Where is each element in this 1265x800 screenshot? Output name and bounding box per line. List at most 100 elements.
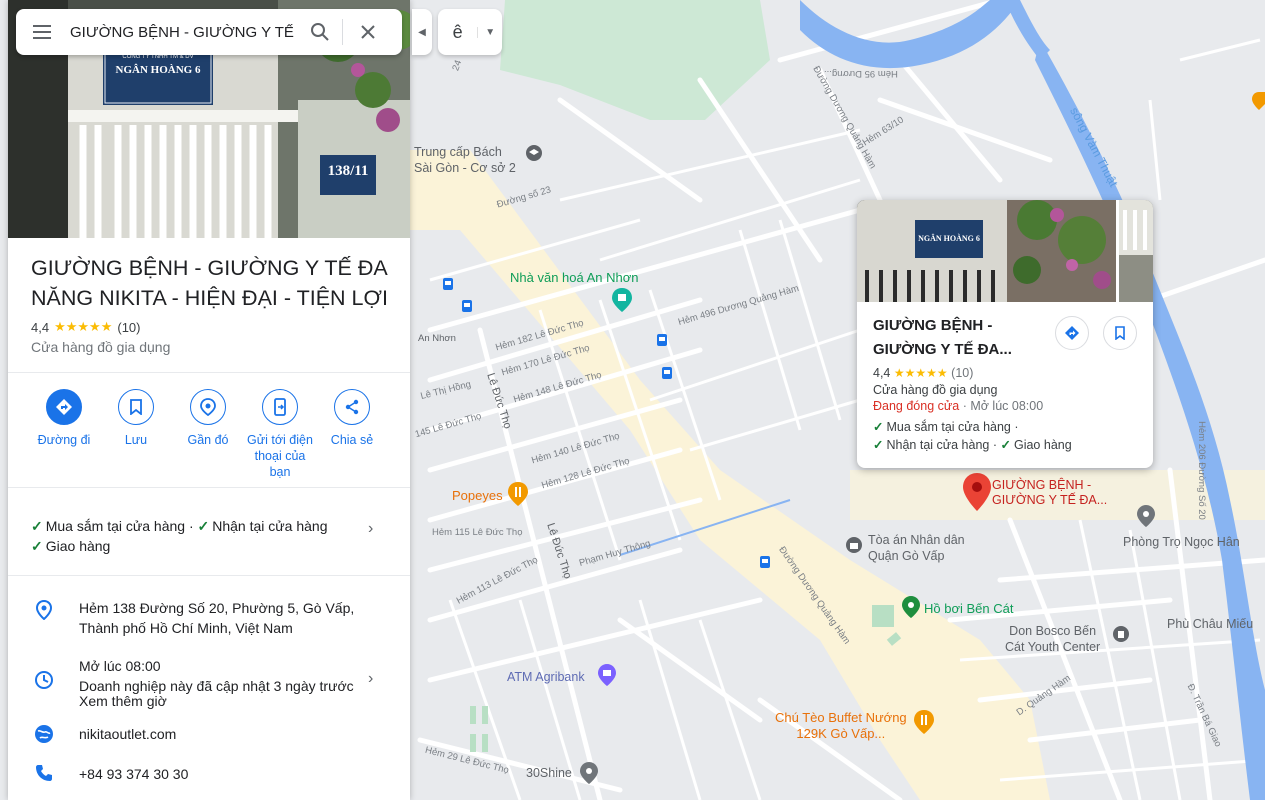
divider [8, 487, 410, 488]
bookmark-icon [130, 399, 142, 415]
close-icon [361, 25, 375, 39]
church-pin-icon[interactable] [1113, 626, 1129, 642]
card-title[interactable]: GIƯỜNG BỆNH - GIƯỜNG Y TẾ ĐA... [873, 314, 1043, 362]
clock-icon [35, 671, 53, 689]
bookmark-icon [1115, 326, 1125, 340]
clear-search-button[interactable] [343, 9, 393, 55]
chevron-down-icon[interactable]: ▼ [477, 26, 502, 38]
place-title: GIƯỜNG BỆNH - GIƯỜNG Y TẾ ĐA NĂNG NIKITA… [31, 256, 388, 310]
search-icon [311, 23, 329, 41]
directions-icon [56, 399, 72, 415]
map-label-school[interactable]: Trung cấp Bách Sài Gòn - Cơ sở 2 [414, 144, 516, 176]
service-options[interactable]: ✓ Mua sắm tại cửa hàng · ✓ Nhận tại cửa hà… [31, 516, 361, 556]
map-label-court[interactable]: Tòa án Nhân dân Quận Gò Vấp [868, 532, 965, 564]
card-status-closed: Đang đóng cửa [873, 399, 960, 413]
room-pin-icon[interactable] [1137, 505, 1155, 527]
place-rating[interactable]: 4,4 ★★★★★ (10) [31, 319, 140, 335]
phone-icon [36, 765, 52, 781]
restaurant-pin-icon[interactable] [508, 482, 528, 506]
poi-pin-icon[interactable] [1252, 92, 1265, 110]
menu-button[interactable] [16, 9, 70, 55]
hours-more-link[interactable]: Xem thêm giờ [79, 691, 167, 711]
map-label-atm[interactable]: ATM Agribank [507, 670, 585, 684]
card-feature-delivery: Giao hàng [1013, 438, 1072, 452]
location-pin-icon [35, 599, 53, 621]
chevron-left-icon: ◀ [418, 26, 426, 38]
selected-place-marker-icon[interactable] [963, 473, 991, 511]
card-sign-name: NGÂN HOÀNG 6 [918, 234, 980, 243]
card-photo[interactable]: NGÂN HOÀNG 6 [857, 200, 1116, 302]
check-icon: ✓ [31, 518, 43, 534]
place-panel: CÔNG TY TNHH TM & DV NGÂN HOÀNG 6 138/11… [8, 0, 410, 800]
map-label-donbosco[interactable]: Don Bosco Bến Cát Youth Center [1005, 623, 1100, 655]
send-to-phone-icon [274, 398, 286, 416]
save-button[interactable]: Lưu [100, 389, 172, 448]
atm-pin-icon[interactable] [598, 664, 616, 686]
map-label-culture-house[interactable]: Nhà văn hoá An Nhơn [510, 270, 639, 285]
search-input[interactable] [70, 23, 298, 41]
place-address: Hẻm 138 Đường Số 20, Phường 5, Gò Vấp, T… [79, 600, 355, 636]
map-label-popeyes[interactable]: Popeyes [452, 488, 503, 503]
card-rating: 4,4 ★★★★★ (10) [873, 366, 973, 380]
shine-pin-icon[interactable] [580, 762, 598, 784]
culture-house-pin-icon[interactable] [612, 288, 632, 312]
place-phone[interactable]: +84 93 374 30 30 [79, 764, 188, 784]
street-an-nhon: An Nhơn [418, 333, 456, 344]
feature-pickup: Nhận tại cửa hàng [212, 518, 328, 534]
card-rating-stars-icon: ★★★★★ [893, 366, 948, 380]
nearby-button[interactable]: Gần đó [172, 389, 244, 448]
map-label-buffet[interactable]: Chú Tèo Buffet Nướng 129K Gò Vấp... [775, 710, 907, 742]
court-pin-icon[interactable] [846, 537, 862, 553]
pool-pin-icon[interactable] [902, 596, 920, 618]
card-features-2: ✓ Nhận tại cửa hàng · ✓ Giao hàng [873, 437, 1072, 452]
search-box[interactable] [16, 9, 402, 55]
rating-stars-icon: ★★★★★ [54, 319, 113, 334]
review-count[interactable]: (10) [117, 320, 140, 335]
card-features-1: ✓ Mua sắm tại cửa hàng · [873, 419, 1019, 434]
card-directions-button[interactable] [1055, 316, 1089, 350]
check-icon: ✓ [31, 538, 43, 554]
place-website[interactable]: nikitaoutlet.com [79, 724, 176, 744]
nearby-label: Gần đó [187, 433, 229, 447]
photo-sign-name: NGÂN HOÀNG 6 [115, 64, 201, 76]
chevron-right-icon[interactable]: › [368, 670, 373, 688]
card-save-button[interactable] [1103, 316, 1137, 350]
card-open-time: · Mở lúc 08:00 [962, 399, 1044, 413]
nearby-icon [200, 398, 216, 416]
check-icon: ✓ [873, 420, 884, 434]
photo-house-number: 138/11 [327, 163, 369, 179]
hamburger-menu-icon [33, 25, 51, 39]
directions-icon [1065, 326, 1079, 340]
divider [8, 372, 410, 373]
send-to-phone-label: Gửi tới điện thoại của bạn [247, 433, 313, 479]
school-pin-icon[interactable] [526, 145, 542, 161]
card-hours: Đang đóng cửa · Mở lúc 08:00 [873, 399, 1043, 413]
map-label-phong-tro[interactable]: Phòng Trọ Ngọc Hân [1123, 535, 1240, 549]
buffet-pin-icon[interactable] [914, 710, 934, 734]
map-label-phu-chau[interactable]: Phù Châu Miếu [1167, 617, 1253, 631]
directions-label: Đường đi [37, 433, 91, 447]
search-button[interactable] [298, 9, 342, 55]
place-hover-card[interactable]: NGÂN HOÀNG 6 GIƯỜNG BỆNH - GIƯỜNG Y TẾ Đ… [857, 200, 1153, 468]
street-hem-206: Hẻm 206 Đường Số 20 [1195, 421, 1207, 520]
feature-delivery: Giao hàng [45, 538, 111, 554]
directions-button[interactable]: Đường đi [28, 389, 100, 448]
card-category: Cửa hàng đồ gia dụng [873, 383, 998, 397]
share-label: Chia sẻ [330, 433, 374, 447]
share-button[interactable]: Chia sẻ [316, 389, 388, 448]
check-icon: ✓ [1000, 438, 1011, 452]
map-label-selected-place[interactable]: GIƯỜNG BỆNH - GIƯỜNG Y TẾ ĐA... [992, 478, 1107, 508]
check-icon: ✓ [197, 518, 210, 534]
map-label-30shine[interactable]: 30Shine [526, 766, 572, 780]
share-icon [345, 399, 359, 415]
input-tools-button[interactable]: ê ▼ [438, 9, 502, 55]
collapse-panel-button[interactable]: ◀ [412, 9, 432, 55]
chevron-right-icon[interactable]: › [368, 520, 373, 538]
place-category[interactable]: Cửa hàng đồ gia dụng [31, 339, 170, 355]
card-photo-2[interactable] [1119, 200, 1153, 302]
map-label-pool[interactable]: Hồ bơi Bến Cát [924, 601, 1013, 616]
card-rating-value: 4,4 [873, 366, 891, 380]
send-to-phone-button[interactable]: Gửi tới điện thoại của bạn [244, 389, 316, 480]
street-hem-95: Hẻm 95 Dương... [824, 68, 898, 79]
save-label: Lưu [124, 433, 148, 447]
